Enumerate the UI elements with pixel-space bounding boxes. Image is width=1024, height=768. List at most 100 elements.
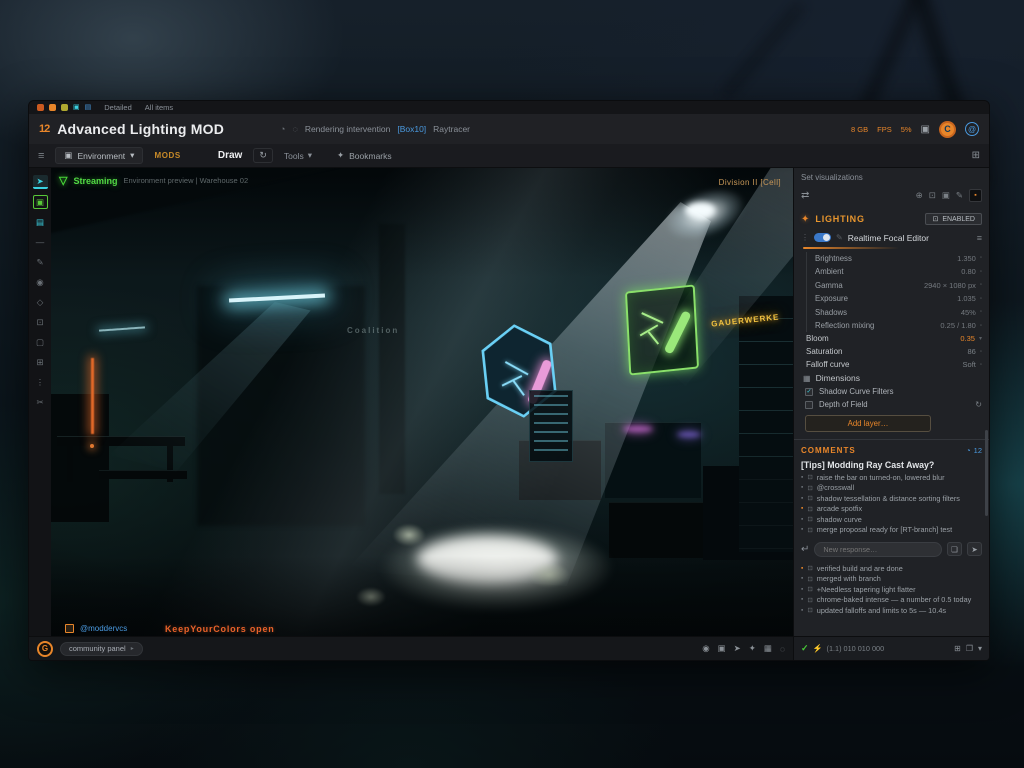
stepper-icon[interactable]: ▫	[980, 362, 982, 368]
check-row-shadow-filters[interactable]: ✓ Shadow Curve Filters	[801, 385, 982, 398]
reply-input[interactable]	[814, 542, 942, 557]
refresh-button[interactable]: ↻	[253, 148, 273, 163]
chevron-down-icon[interactable]: ▾	[978, 644, 982, 653]
sidebar-scrollbar[interactable]	[985, 430, 988, 516]
comment-item[interactable]: ▪ ⊡ shadow tessellation & distance sorti…	[801, 493, 982, 504]
window-dot-maximize[interactable]	[61, 104, 68, 111]
property-row[interactable]: Ambient 0.80 ▫	[815, 266, 982, 279]
user-avatar[interactable]: C	[939, 121, 956, 138]
active-slot-button[interactable]: ▪	[969, 189, 982, 202]
property-value[interactable]: 45%	[961, 308, 976, 317]
plus-icon[interactable]: ⊕	[916, 190, 923, 201]
menu-item-detailed[interactable]: Detailed	[104, 103, 132, 112]
tab-draw[interactable]: Draw	[218, 150, 242, 161]
stepper-icon[interactable]: ▫	[980, 323, 982, 329]
tool-eye[interactable]: ◉	[33, 275, 48, 289]
account-logo-icon[interactable]: @	[965, 122, 979, 136]
menu-item-all-items[interactable]: All items	[145, 103, 173, 112]
comment-item[interactable]: ▪ ⊡ verified build and are done	[801, 563, 982, 574]
tool-frame[interactable]: ▣	[33, 195, 48, 209]
attach-button[interactable]: ❏	[947, 542, 962, 556]
circle-icon[interactable]: ◌	[292, 124, 297, 134]
star-icon[interactable]: ✦	[749, 643, 756, 654]
comment-item[interactable]: ▪ ⊡ chrome-baked intense — a number of 0…	[801, 595, 982, 606]
tool-polygon[interactable]: ◇	[33, 295, 48, 309]
thread-title[interactable]: [Tips] Modding Ray Cast Away?	[801, 457, 982, 472]
tool-grid[interactable]: ⊞	[33, 355, 48, 369]
property-value[interactable]: 2940 × 1080 px	[924, 281, 976, 290]
tool-select[interactable]: ➤	[33, 175, 48, 189]
window-dot-close[interactable]	[37, 104, 44, 111]
hamburger-icon[interactable]: ≡	[38, 150, 44, 162]
property-row[interactable]: Brightness 1.350 ▫	[815, 252, 982, 265]
comment-item[interactable]: ▪ ⊡ shadow curve	[801, 514, 982, 525]
property-row[interactable]: Gamma 2940 × 1080 px ▫	[815, 279, 982, 292]
dimensions-row[interactable]: ▦ Dimensions	[801, 371, 982, 385]
extra-value[interactable]: 0.35	[960, 334, 975, 343]
extra-value[interactable]: 86	[968, 347, 976, 356]
swap-icon[interactable]: ⇄	[801, 190, 809, 201]
pencil-icon[interactable]: ✎	[956, 190, 963, 201]
stepper-icon[interactable]: ▫	[980, 349, 982, 355]
comment-item[interactable]: ▪ ⊡ merged with branch	[801, 574, 982, 585]
send-button[interactable]: ➤	[967, 542, 982, 556]
extra-row-bloom[interactable]: Bloom 0.35 ▾	[801, 332, 982, 345]
tool-region[interactable]: ▢	[33, 335, 48, 349]
copy-icon[interactable]: ❐	[966, 644, 973, 653]
lighting-section-row[interactable]: ✦ LIGHTING ⊡ ENABLED	[801, 209, 982, 229]
tab-tools[interactable]: Tools ▾	[284, 150, 312, 161]
tool-cut[interactable]: ✂	[33, 395, 48, 409]
property-row[interactable]: Shadows 45% ▫	[815, 306, 982, 319]
lighting-state-button[interactable]: ⊡ ENABLED	[925, 213, 982, 225]
stepper-icon[interactable]: ▾	[979, 335, 982, 342]
hamburger-icon[interactable]: ≡	[977, 233, 982, 243]
comment-item[interactable]: ▪ ⊡ arcade spotfix	[801, 504, 982, 515]
circle-icon[interactable]: ◌	[780, 644, 785, 654]
comment-item[interactable]: ▪ ⊡ @crosswall	[801, 483, 982, 494]
cursor-icon[interactable]: ➤	[734, 643, 741, 654]
chart-icon[interactable]: ▦	[764, 643, 772, 654]
device-icon[interactable]: ▣	[921, 124, 930, 135]
eye-icon[interactable]: ◉	[702, 643, 709, 654]
tool-layers[interactable]: ▤	[33, 215, 48, 229]
tool-more[interactable]: ⋮	[33, 375, 48, 389]
property-value[interactable]: 0.25 / 1.80	[940, 321, 975, 330]
viewport-canvas[interactable]: GAUERWERKE Coalition ▽ Streaming Environ…	[51, 168, 793, 636]
tool-box[interactable]: ⊡	[33, 315, 48, 329]
monitor-icon[interactable]: ▣	[718, 643, 726, 654]
stepper-icon[interactable]: ▫	[980, 269, 982, 275]
watermark-username[interactable]: @moddervcs	[80, 624, 127, 633]
comment-item[interactable]: ▪ ⊡ updated falloffs and limits to 5s — …	[801, 605, 982, 616]
grid-icon[interactable]: ⊞	[954, 644, 961, 653]
refresh-icon[interactable]: ↻	[975, 400, 982, 409]
check-row-depth-of-field[interactable]: Depth of Field ↻	[801, 398, 982, 411]
render-status-link[interactable]: [Box10]	[397, 124, 426, 134]
tool-pencil[interactable]: ✎	[33, 255, 48, 269]
property-row[interactable]: Exposure 1.035 ▫	[815, 293, 982, 306]
extra-value[interactable]: Soft	[963, 360, 976, 369]
monitor-icon[interactable]: ▣	[942, 190, 950, 201]
tab-mods[interactable]: MODS	[154, 151, 180, 160]
clock-icon[interactable]: ◔	[966, 446, 971, 455]
checkbox[interactable]	[805, 401, 813, 409]
tab-bookmarks[interactable]: ✦ Bookmarks	[337, 150, 392, 161]
stepper-icon[interactable]: ▫	[980, 282, 982, 288]
add-layer-button[interactable]: Add layer…	[805, 415, 931, 432]
stepper-icon[interactable]: ▫	[980, 309, 982, 315]
box-icon[interactable]: ⊡	[929, 190, 936, 201]
window-dot-minimize[interactable]	[49, 104, 56, 111]
property-value[interactable]: 1.350	[957, 254, 976, 263]
comment-item[interactable]: ▪ ⊡ raise the bar on turned-on, lowered …	[801, 472, 982, 483]
tab-environment[interactable]: ▣ Environment ▾	[55, 147, 143, 164]
session-pill[interactable]: community panel ▸	[60, 642, 143, 656]
extra-row-saturation[interactable]: Saturation 86 ▫	[801, 345, 982, 358]
focal-toggle[interactable]	[814, 233, 831, 242]
drag-grip-icon[interactable]: ⋮	[801, 233, 809, 242]
clock-icon[interactable]: ◔	[280, 124, 285, 134]
extra-row-falloff[interactable]: Falloff curve Soft ▫	[801, 358, 982, 371]
pencil-icon[interactable]: ✎	[836, 233, 843, 242]
stepper-icon[interactable]: ▫	[980, 255, 982, 261]
comment-item[interactable]: ▪ ⊡ +Needless tapering light flatter	[801, 584, 982, 595]
checkbox[interactable]: ✓	[805, 388, 813, 396]
stepper-icon[interactable]: ▫	[980, 296, 982, 302]
